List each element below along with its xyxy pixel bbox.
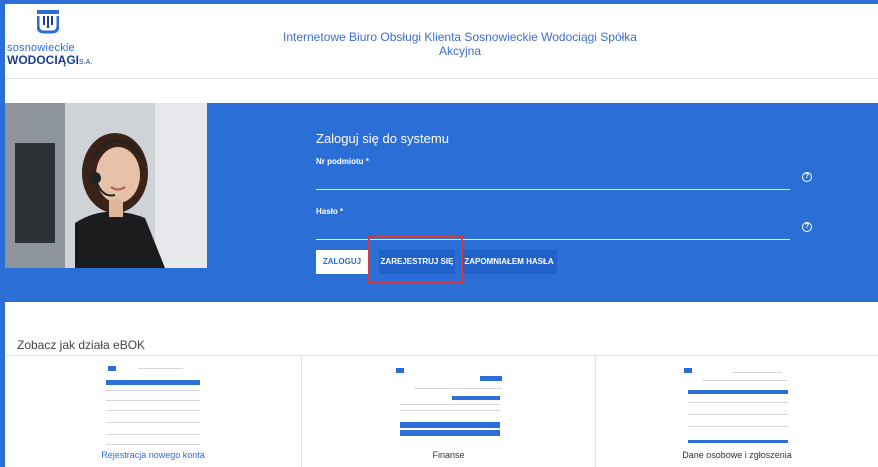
subject-number-underline: [316, 189, 790, 190]
password-help-icon[interactable]: ?: [802, 222, 812, 232]
logo-mark-icon: [37, 10, 59, 34]
finance-thumbnail: [393, 366, 504, 446]
personal-data-thumbnail: [682, 366, 792, 446]
logo-text-bottom: WODOCIĄGIS.A.: [7, 53, 93, 67]
showcase-title: Zobacz jak działa eBOK: [17, 338, 146, 352]
register-highlight-box: [368, 236, 463, 284]
showcase-card-finance[interactable]: Finanse: [302, 356, 596, 467]
card-label-finance: Finanse: [432, 450, 465, 460]
password-label: Hasło *: [316, 207, 344, 216]
support-agent-photo: [5, 103, 207, 268]
subject-number-label: Nr podmiotu *: [316, 157, 369, 166]
subject-number-help-icon[interactable]: ?: [802, 172, 812, 182]
showcase-cards: Rejestracja nowego konta Finanse Dane os…: [5, 355, 878, 467]
company-logo[interactable]: sosnowieckie WODOCIĄGIS.A.: [7, 10, 117, 70]
showcase-card-registration[interactable]: Rejestracja nowego konta: [5, 356, 302, 467]
subject-number-input[interactable]: [316, 167, 790, 189]
site-header: sosnowieckie WODOCIĄGIS.A. Internetowe B…: [5, 4, 878, 79]
login-title: Zaloguj się do systemu: [316, 131, 449, 146]
showcase-card-personal-data[interactable]: Dane osobowe i zgłoszenia: [596, 356, 878, 467]
card-label-registration: Rejestracja nowego konta: [101, 450, 205, 460]
login-button[interactable]: ZALOGUJ: [316, 250, 368, 274]
registration-thumbnail: [98, 366, 208, 446]
card-label-personal-data: Dane osobowe i zgłoszenia: [682, 450, 792, 460]
forgot-password-button[interactable]: ZAPOMNIAŁEM HASŁA: [461, 250, 557, 274]
page-header-title: Internetowe Biuro Obsługi Klienta Sosnow…: [283, 30, 637, 58]
